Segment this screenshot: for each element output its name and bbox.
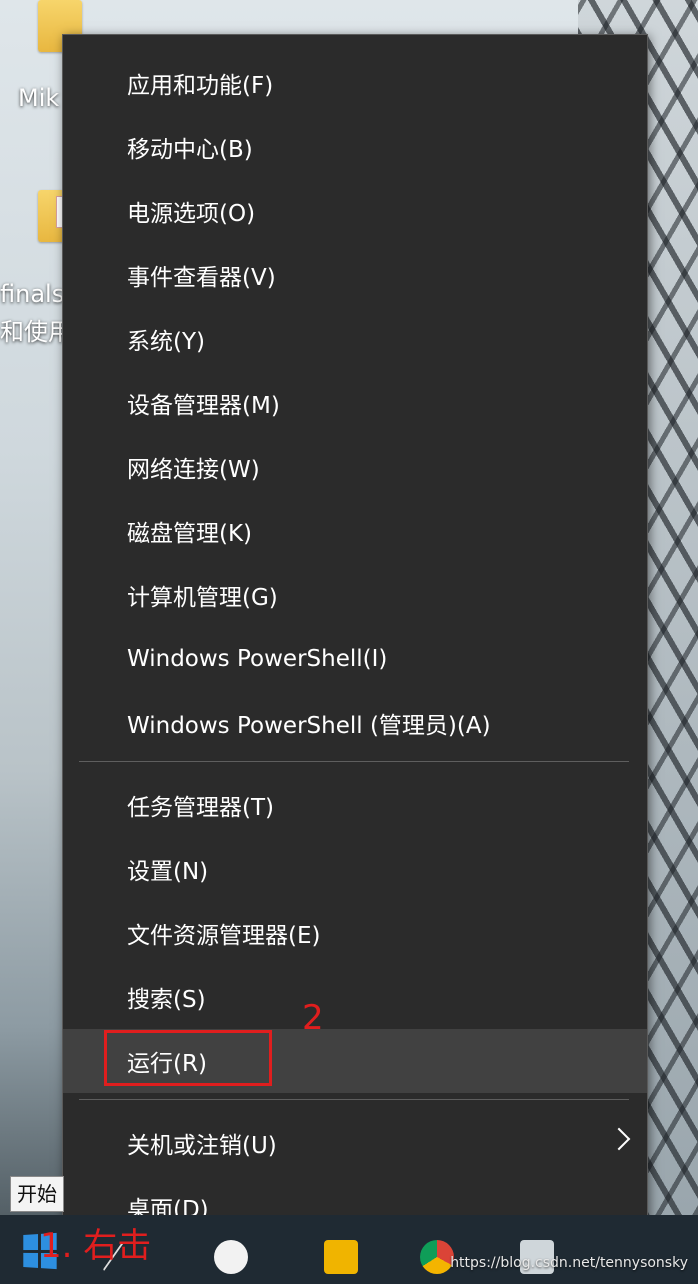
menu-item-label: 搜索(S) <box>127 987 206 1013</box>
menu-item-powershell-admin[interactable]: Windows PowerShell (管理员)(A) <box>63 691 647 755</box>
menu-item-label: Windows PowerShell(I) <box>127 646 388 672</box>
menu-item-label: 任务管理器(T) <box>127 795 274 821</box>
menu-item-label: Windows PowerShell (管理员)(A) <box>127 713 491 739</box>
chevron-right-icon <box>607 1127 631 1151</box>
menu-item-task-manager[interactable]: 任务管理器(T) <box>63 773 647 837</box>
menu-item-label: 系统(Y) <box>127 329 205 355</box>
menu-item-disk-management[interactable]: 磁盘管理(K) <box>63 499 647 563</box>
menu-item-shutdown-signout[interactable]: 关机或注销(U) <box>63 1111 647 1175</box>
annotation-step-2: 2 <box>302 998 324 1038</box>
run-highlight-box <box>104 1030 272 1086</box>
taskview-icon[interactable] <box>214 1240 248 1274</box>
watermark-url: https://blog.csdn.net/tennysonsky <box>450 1255 688 1271</box>
menu-item-label: 移动中心(B) <box>127 137 253 163</box>
start-tooltip: 开始 <box>10 1176 64 1212</box>
menu-item-network-connections[interactable]: 网络连接(W) <box>63 435 647 499</box>
menu-item-label: 网络连接(W) <box>127 457 260 483</box>
menu-item-system[interactable]: 系统(Y) <box>63 307 647 371</box>
menu-item-label: 应用和功能(F) <box>127 73 274 99</box>
file-explorer-icon[interactable] <box>324 1240 358 1274</box>
menu-item-file-explorer[interactable]: 文件资源管理器(E) <box>63 901 647 965</box>
menu-item-mobility-center[interactable]: 移动中心(B) <box>63 115 647 179</box>
chrome-icon[interactable] <box>420 1240 454 1274</box>
annotation-step-1: 1. 右击 <box>40 1226 152 1266</box>
menu-item-label: 计算机管理(G) <box>127 585 278 611</box>
menu-item-search[interactable]: 搜索(S) <box>63 965 647 1029</box>
menu-separator <box>79 761 629 762</box>
menu-item-label: 关机或注销(U) <box>127 1133 277 1159</box>
menu-item-label: 磁盘管理(K) <box>127 521 253 547</box>
menu-item-label: 设备管理器(M) <box>127 393 280 419</box>
menu-item-device-manager[interactable]: 设备管理器(M) <box>63 371 647 435</box>
menu-item-event-viewer[interactable]: 事件查看器(V) <box>63 243 647 307</box>
menu-item-label: 文件资源管理器(E) <box>127 923 321 949</box>
menu-item-label: 电源选项(O) <box>127 201 256 227</box>
desktop-icon-label-1: Mik <box>18 84 60 112</box>
menu-item-label: 事件查看器(V) <box>127 265 276 291</box>
menu-item-settings[interactable]: 设置(N) <box>63 837 647 901</box>
menu-item-label: 设置(N) <box>127 859 209 885</box>
menu-item-computer-management[interactable]: 计算机管理(G) <box>63 563 647 627</box>
menu-separator <box>79 1099 629 1100</box>
menu-item-power-options[interactable]: 电源选项(O) <box>63 179 647 243</box>
menu-item-apps-features[interactable]: 应用和功能(F) <box>63 51 647 115</box>
menu-item-powershell[interactable]: Windows PowerShell(I) <box>63 627 647 691</box>
